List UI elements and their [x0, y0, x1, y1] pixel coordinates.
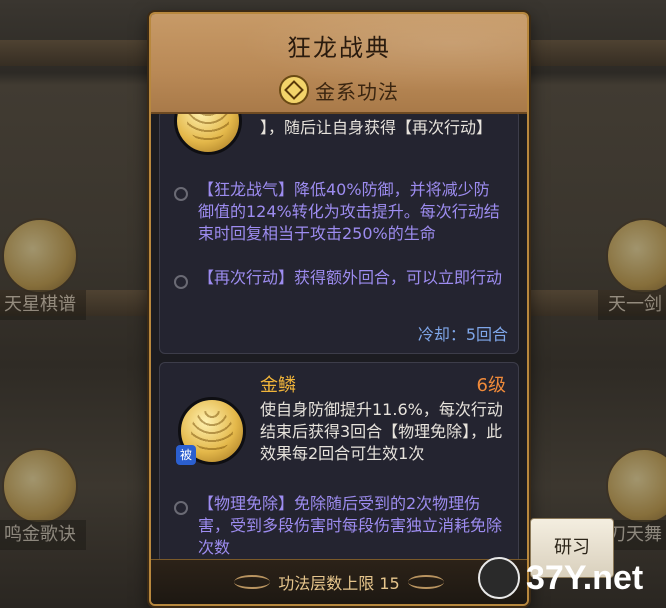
- panel-footer: 功法层数上限 15: [151, 559, 527, 604]
- item-icon: [606, 218, 666, 294]
- effect-wuli: 【物理免除】免除随后受到的2次物理伤害，受到多段伤害时每段伤害独立消耗免除次数: [198, 494, 503, 557]
- panel-header: 狂龙战典 金系功法: [151, 14, 527, 114]
- skill-text-top: 】，随后让自身获得【再次行动】: [260, 118, 493, 137]
- item-icon: [606, 448, 666, 524]
- skill-card-active: 】，随后让自身获得【再次行动】 【狂龙战气】降低40%防御，并将减少防御值的12…: [159, 114, 519, 354]
- metal-element-icon: [279, 75, 309, 105]
- subtitle-row: 金系功法: [151, 74, 527, 106]
- item-icon: [2, 218, 78, 294]
- watermark: 37Y.net: [478, 556, 643, 600]
- panel-title: 狂龙战典: [287, 34, 391, 62]
- passive-badge: 被: [176, 445, 196, 465]
- ornament-left-icon: [234, 575, 271, 589]
- ornament-right-icon: [407, 575, 444, 589]
- watermark-logo-icon: [478, 557, 520, 599]
- item-icon: [2, 448, 78, 524]
- bullet-icon: [174, 501, 188, 515]
- scroll-content[interactable]: 】，随后让自身获得【再次行动】 【狂龙战气】降低40%防御，并将减少防御值的12…: [159, 114, 519, 566]
- skill-name: 金鳞: [260, 375, 296, 396]
- effect-zaici: 【再次行动】获得额外回合，可以立即行动: [198, 268, 503, 287]
- dragon-skill-icon: [174, 114, 242, 155]
- watermark-text: 37Y.net: [526, 558, 644, 597]
- bg-item-mingjin[interactable]: 鸣金歌诀: [0, 430, 114, 550]
- skill-level: 6级: [476, 375, 506, 396]
- skill-description: 使自身防御提升11.6%，每次行动结束后获得3回合【物理免除】，此效果每2回合可…: [260, 400, 503, 463]
- bg-item-tianxing[interactable]: 天星棋谱: [0, 200, 114, 320]
- cooldown-text: 冷却：5回合: [417, 325, 508, 344]
- panel-subtitle: 金系功法: [315, 79, 399, 104]
- bullet-icon: [174, 187, 188, 201]
- layer-limit-text: 功法层数上限 15: [278, 574, 400, 593]
- bg-item-label: 天一剑: [598, 290, 666, 320]
- skill-card-passive: 被 金鳞 6级 使自身防御提升11.6%，每次行动结束后获得3回合【物理免除】，…: [159, 362, 519, 566]
- skill-detail-panel: 狂龙战典 金系功法 】，随后让自身获得【再次行动】 【狂龙战气】降低40%防御，…: [149, 12, 529, 606]
- bullet-icon: [174, 275, 188, 289]
- effect-kuanglong: 【狂龙战气】降低40%防御，并将减少防御值的124%转化为攻击提升。每次行动结束…: [198, 180, 500, 243]
- bg-item-label: 鸣金歌诀: [0, 520, 86, 550]
- bg-item-tianyi[interactable]: 天一剑: [598, 200, 666, 320]
- bg-item-label: 天星棋谱: [0, 290, 86, 320]
